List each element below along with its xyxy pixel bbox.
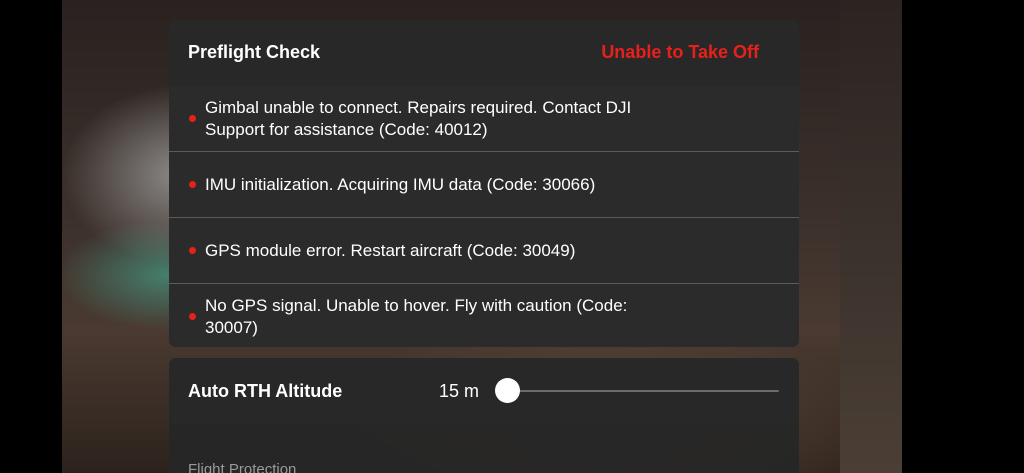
preflight-check-panel: Preflight Check Unable to Take Off Gimba…	[169, 20, 799, 347]
camera-feed-edge	[840, 0, 902, 473]
error-dot-icon	[189, 115, 196, 122]
warning-list: Gimbal unable to connect. Repairs requir…	[169, 86, 799, 347]
warning-item[interactable]: GPS module error. Restart aircraft (Code…	[169, 218, 799, 284]
error-dot-icon	[189, 247, 196, 254]
error-dot-icon	[189, 313, 196, 320]
app-screen: Preflight Check Unable to Take Off Gimba…	[0, 0, 1024, 473]
flight-protection-title: Flight Protection	[188, 461, 297, 473]
preflight-title: Preflight Check	[188, 42, 321, 62]
warning-text: GPS module error. Restart aircraft (Code…	[205, 240, 576, 260]
warning-item[interactable]: No GPS signal. Unable to hover. Fly with…	[169, 284, 799, 347]
slider-thumb[interactable]	[495, 378, 520, 403]
preflight-header: Preflight Check Unable to Take Off	[169, 20, 799, 86]
rth-altitude-label: Auto RTH Altitude	[188, 381, 343, 401]
error-dot-icon	[189, 181, 196, 188]
rth-altitude-row: Auto RTH Altitude 15 m	[169, 358, 799, 424]
warning-item[interactable]: IMU initialization. Acquiring IMU data (…	[169, 152, 799, 218]
warning-text: Gimbal unable to connect. Repairs requir…	[205, 97, 632, 139]
rth-settings-panel: Auto RTH Altitude 15 m Flight Protection	[169, 358, 799, 473]
warning-text: No GPS signal. Unable to hover. Fly with…	[205, 295, 628, 337]
warning-text: IMU initialization. Acquiring IMU data (…	[205, 174, 596, 194]
takeoff-status-text: Unable to Take Off	[601, 42, 759, 62]
rth-altitude-value: 15 m	[439, 381, 480, 401]
warning-item[interactable]: Gimbal unable to connect. Repairs requir…	[169, 86, 799, 152]
rth-altitude-slider[interactable]	[505, 390, 779, 392]
